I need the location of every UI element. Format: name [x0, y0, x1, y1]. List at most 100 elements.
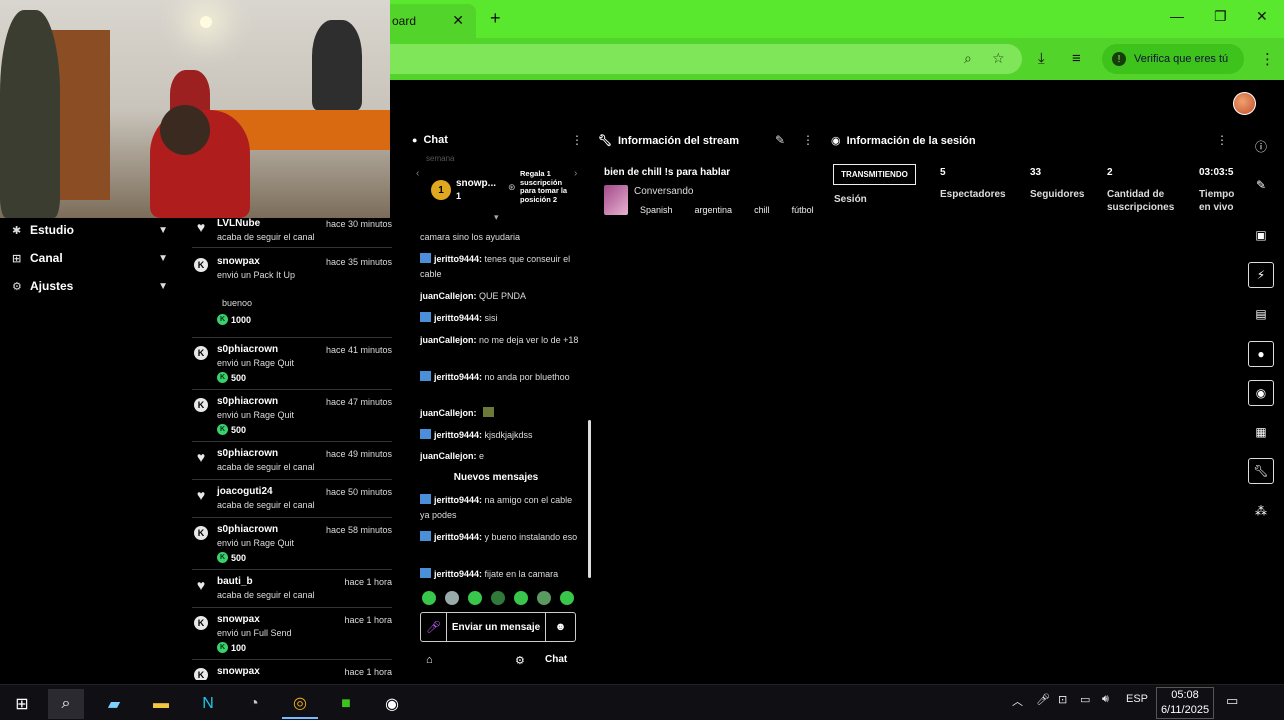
activity-user[interactable]: bauti_b — [217, 576, 253, 587]
window-close-icon[interactable]: ✕ — [1256, 8, 1268, 25]
zoom-icon[interactable]: ⌕ — [964, 50, 972, 67]
note-icon[interactable]: ▤ — [1248, 301, 1274, 327]
close-tab-icon[interactable]: ✕ — [452, 12, 464, 29]
volume-icon[interactable]: 🔊︎ — [1102, 693, 1109, 706]
amount-value: 500 — [231, 424, 247, 435]
clock[interactable]: 05:08 6/11/2025 — [1156, 687, 1214, 719]
message-user[interactable]: jeritto9444: — [434, 430, 482, 440]
notifications-icon[interactable]: ▭ — [1226, 693, 1238, 709]
activity-feed[interactable]: ♥ LVLNube hace 30 minutos acaba de segui… — [192, 218, 392, 680]
tag[interactable]: chill — [754, 205, 770, 215]
next-arrow-icon[interactable]: › — [574, 168, 577, 179]
tray-app-icon[interactable]: ⊡ — [1058, 693, 1067, 706]
activity-desc: envió un Full Send — [217, 628, 292, 638]
notepad-icon[interactable]: ▰ — [96, 689, 132, 719]
tray-expand-icon[interactable]: ︿ — [1012, 693, 1023, 709]
app-gauge-icon[interactable]: ◔ — [236, 689, 272, 719]
chat-messages[interactable]: camara sino los ayudaria jeritto9444: te… — [410, 218, 582, 586]
tag[interactable]: fútbol — [792, 205, 814, 215]
lightning-icon[interactable]: ⚡︎ — [1248, 262, 1274, 288]
verify-button[interactable]: ! Verifica que eres tú — [1102, 44, 1244, 74]
message-user[interactable]: jeritto9444: — [434, 372, 482, 382]
obs-icon[interactable]: ◉ — [374, 689, 410, 719]
tag[interactable]: Spanish — [640, 205, 673, 215]
nav-item-ajustes[interactable]: ⚙ Ajustes ▼ — [12, 276, 172, 296]
message-user[interactable]: juanCallejon: — [420, 451, 477, 461]
broadcast-rail-icon[interactable]: ◉ — [1248, 380, 1274, 406]
microphone-tray-icon[interactable]: 🎤︎ — [1036, 693, 1050, 706]
search-icon[interactable]: ⌕ — [48, 689, 84, 719]
message-user[interactable]: juanCallejon: — [420, 335, 477, 345]
layout-icon[interactable]: ▦ — [1248, 419, 1274, 445]
chat-menu-icon[interactable]: ⋮ — [571, 133, 583, 147]
nav-item-canal[interactable]: ⊞ Canal ▼ — [12, 248, 172, 268]
new-tab-button[interactable]: + — [490, 8, 501, 29]
media-queue-icon[interactable]: ≡ — [1072, 50, 1081, 67]
pinned-cta[interactable]: Regala 1 suscripción para tomar la posic… — [520, 169, 570, 204]
activity-user[interactable]: snowpax — [217, 666, 260, 677]
avatar[interactable] — [1233, 92, 1256, 115]
activity-user[interactable]: s0phiacrown — [217, 344, 278, 355]
emote-icon[interactable] — [491, 591, 505, 605]
activity-user[interactable]: s0phiacrown — [217, 396, 278, 407]
chat-scrollbar[interactable] — [588, 420, 591, 578]
activity-user[interactable]: s0phiacrown — [217, 524, 278, 535]
screenshot-icon[interactable]: ▣ — [1248, 222, 1274, 248]
pinned-user[interactable]: snowp... — [456, 178, 496, 189]
tag[interactable]: argentina — [695, 205, 733, 215]
emote-icon[interactable] — [445, 591, 459, 605]
stream-category[interactable]: Conversando — [634, 186, 693, 197]
session-menu-icon[interactable]: ⋮ — [1216, 133, 1228, 147]
chat-send-button[interactable]: Chat — [545, 654, 567, 665]
restore-icon[interactable]: ❐ — [1214, 8, 1227, 25]
edit-icon[interactable]: ✎ — [1248, 172, 1274, 198]
wrench-rail-icon[interactable]: 🔧︎ — [1248, 458, 1274, 484]
emote-icon[interactable] — [537, 591, 551, 605]
nav-item-estudio[interactable]: ✱ Estudio ▼ — [12, 220, 172, 240]
microphone-icon[interactable]: 🎤︎ — [421, 613, 447, 641]
chat-input[interactable]: 🎤︎ Enviar un mensaje ☻ — [420, 612, 576, 642]
activity-user[interactable]: LVLNube — [217, 218, 260, 229]
chat-input-placeholder[interactable]: Enviar un mensaje — [447, 622, 545, 633]
minimize-icon[interactable]: — — [1170, 8, 1184, 24]
browser-menu-icon[interactable]: ⋮ — [1260, 50, 1275, 68]
file-explorer-icon[interactable]: ▬ — [143, 689, 179, 719]
download-icon[interactable]: ⤓ — [1038, 50, 1045, 67]
emote-icon[interactable] — [468, 591, 482, 605]
emote-icon[interactable] — [422, 591, 436, 605]
chrome-icon[interactable]: ◎ — [282, 689, 318, 719]
bookmark-star-icon[interactable]: ☆ — [992, 50, 1005, 67]
emoji-picker-icon[interactable]: ☻ — [545, 613, 575, 641]
message-user[interactable]: jeritto9444: — [434, 532, 482, 542]
chat-icon[interactable]: ● — [1248, 341, 1274, 367]
activity-user[interactable]: snowpax — [217, 614, 260, 625]
prev-arrow-icon[interactable]: ‹ — [416, 168, 419, 179]
integrations-icon[interactable]: ⁂ — [1248, 498, 1274, 524]
activity-user[interactable]: joacoguti24 — [217, 486, 273, 497]
network-icon[interactable]: ▭ — [1080, 693, 1090, 706]
stream-info-menu-icon[interactable]: ⋮ — [802, 133, 814, 147]
store-icon[interactable]: ⌂ — [426, 654, 433, 666]
activity-user[interactable]: snowpax — [217, 256, 260, 267]
chat-message: juanCallejon: QUE PNDA — [420, 289, 582, 304]
kicks-coin-icon: K — [217, 424, 228, 435]
address-bar[interactable]: ⌕ ☆ — [390, 44, 1022, 74]
message-user[interactable]: juanCallejon: — [420, 408, 477, 418]
message-user[interactable]: jeritto9444: — [434, 569, 482, 579]
browser-tab[interactable]: oard ✕ — [390, 4, 476, 38]
app-green-icon[interactable]: ■ — [328, 689, 364, 719]
message-user[interactable]: jeritto9444: — [434, 495, 482, 505]
windows-start-icon[interactable]: ⊞ — [4, 689, 40, 719]
emote-icon[interactable] — [560, 591, 574, 605]
app-n-icon[interactable]: N — [190, 689, 226, 719]
message-user[interactable]: juanCallejon: — [420, 291, 477, 301]
message-user[interactable]: jeritto9444: — [434, 254, 482, 264]
emote-icon[interactable] — [514, 591, 528, 605]
message-user[interactable]: jeritto9444: — [434, 313, 482, 323]
clock-time: 05:08 — [1171, 689, 1199, 701]
chat-settings-icon[interactable]: ⚙ — [515, 654, 525, 667]
edit-pencil-icon[interactable]: ✎ — [775, 133, 785, 147]
language-indicator[interactable]: ESP — [1126, 693, 1148, 705]
info-icon[interactable]: ⓘ — [1248, 133, 1274, 159]
activity-user[interactable]: s0phiacrown — [217, 448, 278, 459]
